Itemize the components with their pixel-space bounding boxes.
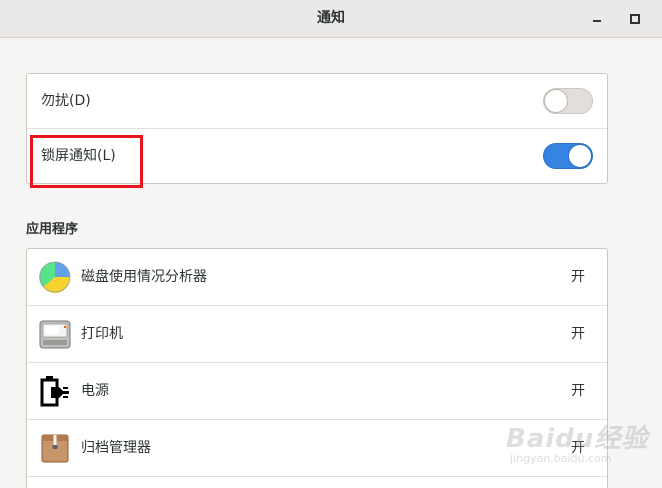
do-not-disturb-toggle[interactable] [543, 88, 593, 114]
power-icon [40, 376, 69, 407]
maximize-icon [630, 14, 640, 24]
toggle-knob [568, 144, 592, 168]
app-row-power[interactable]: 电源 开 [27, 363, 607, 420]
maximize-button[interactable] [624, 8, 646, 30]
lock-screen-notifications-toggle[interactable] [543, 143, 593, 169]
app-status: 开 [571, 440, 585, 456]
app-status: 开 [571, 383, 585, 399]
disk-usage-icon [39, 261, 71, 293]
window-title: 通知 [317, 10, 345, 26]
app-row-disk-usage[interactable]: 磁盘使用情况分析器 开 [27, 249, 607, 306]
app-name: 电源 [81, 383, 109, 399]
app-row-archive-manager[interactable]: 归档管理器 开 [27, 420, 607, 477]
title-bar: 通知 [0, 0, 662, 38]
app-row-printers[interactable]: 打印机 开 [27, 306, 607, 363]
minimize-button[interactable] [586, 8, 608, 30]
app-status: 开 [571, 269, 585, 285]
applications-list: 磁盘使用情况分析器 开 打印机 开 电源 开 归档管理器 开 [26, 248, 608, 488]
red-highlight-box [30, 135, 143, 188]
printer-icon [39, 320, 71, 349]
applications-heading: 应用程序 [26, 222, 79, 237]
toggle-knob [544, 89, 568, 113]
app-name: 磁盘使用情况分析器 [81, 269, 207, 285]
minimize-icon [593, 20, 601, 22]
app-name: 打印机 [81, 326, 123, 342]
app-name: 归档管理器 [81, 440, 151, 456]
app-status: 开 [571, 326, 585, 342]
do-not-disturb-label: 勿扰(D) [41, 93, 91, 109]
archive-icon [41, 434, 69, 463]
do-not-disturb-row[interactable]: 勿扰(D) [27, 74, 607, 129]
